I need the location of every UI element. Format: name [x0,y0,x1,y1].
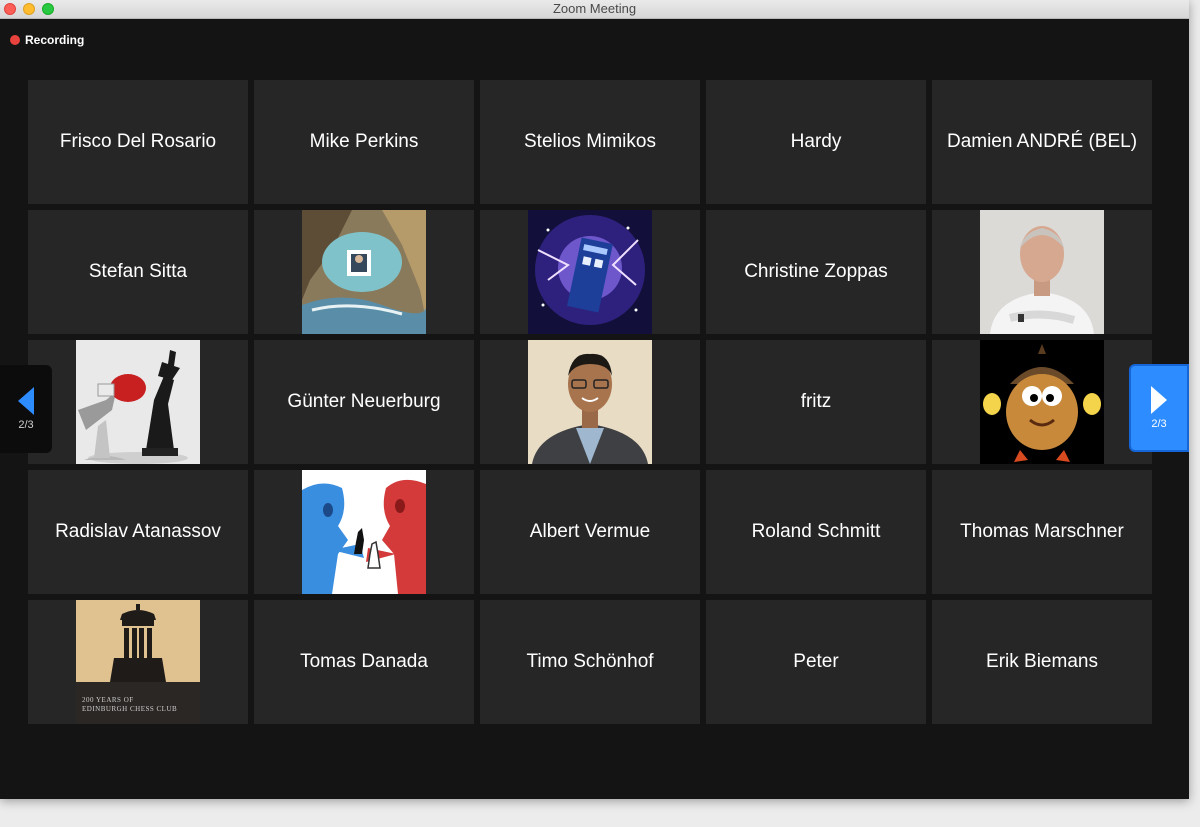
participant-name: Thomas Marschner [960,521,1124,542]
recording-label: Recording [25,33,85,47]
participant-name: Stelios Mimikos [524,131,656,152]
cave-portrait-photo [302,210,426,334]
man-glasses-portrait-photo [528,340,652,464]
police-box-galaxy-image [528,210,652,334]
participant-tile[interactable]: Roland Schmitt [706,470,926,594]
participant-tile[interactable]: Günter Neuerburg [254,340,474,464]
participant-name: fritz [800,391,832,412]
recording-indicator: Recording [10,32,84,48]
participant-name: Hardy [790,131,842,152]
participant-name: Albert Vermue [529,521,651,542]
participant-name: Stefan Sitta [88,261,188,282]
title-bar: Zoom Meeting [0,0,1189,19]
man-portrait-photo [980,210,1104,334]
participant-tile[interactable]: Timo Schönhof [480,600,700,724]
chess-boxing-glove-image [76,340,200,464]
participant-name: Tomas Danada [300,651,428,672]
participant-tile[interactable]: Thomas Marschner [932,470,1152,594]
participant-tile[interactable]: Radislav Atanassov [28,470,248,594]
page-indicator-right: 2/3 [1151,418,1167,430]
participant-name: Christine Zoppas [744,261,888,282]
participant-name: Frisco Del Rosario [59,131,217,152]
participant-name: Damien ANDRÉ (BEL) [946,131,1138,152]
recording-dot-icon [10,35,20,45]
participant-tile[interactable]: 200 YEARS OF EDINBURGH CHESS CLUB [28,600,248,724]
participant-tile[interactable]: Mike Perkins [254,80,474,204]
club-caption-line1: 200 YEARS OF [82,696,134,704]
participant-tile[interactable] [480,210,700,334]
participant-tile[interactable]: Christine Zoppas [706,210,926,334]
participant-name: Günter Neuerburg [287,391,441,412]
zoom-window: Zoom Meeting Recording Frisco Del Rosari… [0,0,1189,799]
chess-handshake-cartoon-image [302,470,426,594]
participant-tile[interactable]: Stefan Sitta [28,210,248,334]
participant-tile[interactable] [254,470,474,594]
participant-tile[interactable]: Hardy [706,80,926,204]
participant-tile[interactable] [254,210,474,334]
participant-tile[interactable]: Albert Vermue [480,470,700,594]
club-caption-line2: EDINBURGH CHESS CLUB [82,705,178,713]
participant-name: Roland Schmitt [751,521,881,542]
page-indicator-left: 2/3 [18,419,34,431]
participant-tile[interactable]: Peter [706,600,926,724]
participant-tile[interactable] [932,340,1152,464]
participant-name: Radislav Atanassov [55,521,221,542]
participant-name: Peter [793,651,839,672]
participant-tile[interactable]: Frisco Del Rosario [28,80,248,204]
participant-tile[interactable]: fritz [706,340,926,464]
window-title: Zoom Meeting [552,1,637,16]
participant-grid: Frisco Del Rosario Mike Perkins Stelios … [28,80,1152,724]
participant-name: Erik Biemans [986,651,1098,672]
participant-tile[interactable] [28,340,248,464]
participant-tile[interactable]: Tomas Danada [254,600,474,724]
arrow-left-icon [18,387,34,415]
participant-tile[interactable] [480,340,700,464]
participant-tile[interactable]: Erik Biemans [932,600,1152,724]
chess-club-logo-image: 200 YEARS OF EDINBURGH CHESS CLUB [76,600,200,724]
acorn-cartoon-image [980,340,1104,464]
club-logo-caption: 200 YEARS OF EDINBURGH CHESS CLUB [82,696,177,714]
previous-page-button[interactable]: 2/3 [0,365,52,453]
participant-tile[interactable] [932,210,1152,334]
participant-name: Mike Perkins [309,131,419,152]
arrow-right-icon [1151,386,1167,414]
next-page-button[interactable]: 2/3 [1129,364,1189,452]
participant-tile[interactable]: Damien ANDRÉ (BEL) [932,80,1152,204]
participant-tile[interactable]: Stelios Mimikos [480,80,700,204]
participant-name: Timo Schönhof [526,651,654,672]
